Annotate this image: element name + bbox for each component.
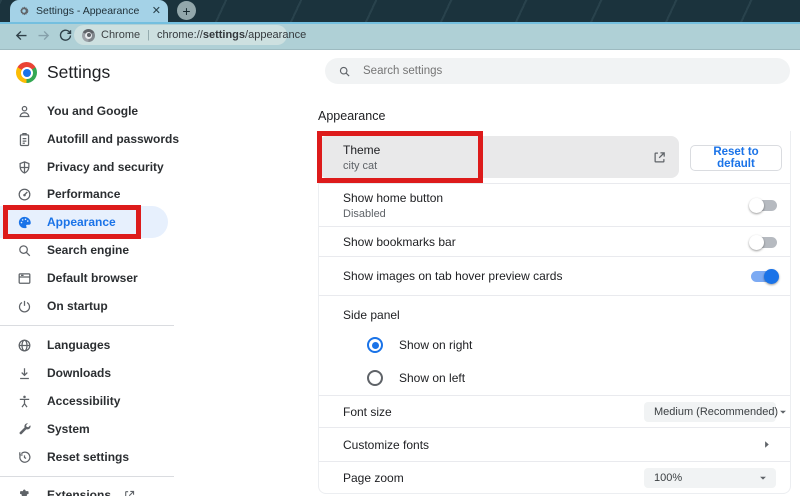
sidebar-item-you-and-google[interactable]: You and Google <box>0 97 300 125</box>
dropdown-caret-icon <box>778 407 788 417</box>
toggle-knob <box>749 198 764 213</box>
theme-row: Theme city cat Reset to default <box>319 131 790 184</box>
open-in-new-icon[interactable] <box>652 150 667 165</box>
clipboard-icon <box>17 132 32 147</box>
tab-close-icon[interactable]: ✕ <box>152 5 161 17</box>
show-bookmarks-bar-row: Show bookmarks bar <box>319 227 790 257</box>
page-title: Settings <box>47 62 111 82</box>
download-icon <box>17 366 32 381</box>
accessibility-icon <box>17 394 32 409</box>
address-url: chrome://settings/appearance <box>156 29 307 41</box>
speedometer-icon <box>17 187 32 202</box>
reset-icon <box>17 450 32 465</box>
shield-icon <box>17 160 32 175</box>
back-button[interactable] <box>12 26 30 44</box>
sidebar-item-languages[interactable]: Languages <box>0 331 300 359</box>
reload-button[interactable] <box>56 26 74 44</box>
settings-gear-favicon-icon <box>18 5 30 17</box>
sidebar-divider <box>0 325 174 326</box>
plus-icon: + <box>182 2 191 19</box>
forward-arrow-icon <box>38 30 49 40</box>
browser-window-icon <box>17 271 32 286</box>
radio-selected-icon[interactable] <box>367 337 383 353</box>
tab-title: Settings - Appearance <box>36 5 140 17</box>
reset-to-default-button[interactable]: Reset to default <box>690 145 782 171</box>
side-panel-section: Side panel Show on right Show on left <box>319 296 790 396</box>
sidebar-item-appearance[interactable]: Appearance <box>0 208 300 236</box>
puzzle-icon <box>17 488 32 496</box>
settings-search-bar[interactable] <box>325 58 790 84</box>
font-size-dropdown[interactable]: Medium (Recommended) <box>644 402 787 422</box>
page-zoom-row: Page zoom 100% <box>319 462 790 494</box>
theme-title: Theme <box>343 142 381 157</box>
tab-hover-preview-row: Show images on tab hover preview cards <box>319 257 790 296</box>
search-input[interactable] <box>361 64 790 78</box>
page-zoom-dropdown[interactable]: 100% <box>644 468 776 488</box>
sidebar-item-performance[interactable]: Performance <box>0 180 300 208</box>
active-tab[interactable]: Settings - Appearance ✕ <box>10 0 168 22</box>
show-home-button-row: Show home button Disabled <box>319 184 790 227</box>
chevron-right-icon <box>761 439 772 450</box>
external-link-icon <box>123 489 136 496</box>
reload-icon <box>59 29 71 41</box>
sidebar-item-privacy[interactable]: Privacy and security <box>0 153 300 181</box>
wrench-icon <box>17 422 32 437</box>
sidebar-item-search-engine[interactable]: Search engine <box>0 236 300 264</box>
sidebar-divider <box>0 476 174 477</box>
toggle-knob <box>749 235 764 250</box>
address-site-label: Chrome <box>101 29 141 41</box>
address-bar[interactable]: Chrome | chrome://settings/appearance <box>74 25 306 45</box>
sidebar-item-downloads[interactable]: Downloads <box>0 359 300 387</box>
show-home-button-toggle[interactable] <box>749 198 777 213</box>
show-bookmarks-bar-toggle[interactable] <box>749 235 777 250</box>
tab-strip: Settings - Appearance ✕ + <box>0 0 800 22</box>
theme-subtitle: city cat <box>343 159 378 172</box>
palette-icon <box>17 215 32 230</box>
chrome-logo-gray-icon <box>82 28 95 42</box>
sidebar-item-accessibility[interactable]: Accessibility <box>0 387 300 415</box>
power-icon <box>17 299 32 314</box>
person-icon <box>17 104 32 119</box>
sidebar-item-default-browser[interactable]: Default browser <box>0 264 300 292</box>
sidebar-item-extensions[interactable]: Extensions <box>0 481 300 496</box>
sidebar-item-autofill[interactable]: Autofill and passwords <box>0 125 300 153</box>
radio-unselected-icon[interactable] <box>367 370 383 386</box>
back-arrow-icon <box>15 30 26 40</box>
sidebar-item-reset-settings[interactable]: Reset settings <box>0 443 300 471</box>
appearance-settings-card: Theme city cat Reset to default Show hom… <box>318 131 791 494</box>
tab-hover-preview-toggle[interactable] <box>751 269 779 284</box>
globe-icon <box>17 338 32 353</box>
new-tab-button[interactable]: + <box>177 1 196 20</box>
side-panel-title: Side panel <box>343 308 400 322</box>
chrome-logo-icon <box>16 62 37 83</box>
address-separator: | <box>147 29 150 41</box>
sidebar-item-on-startup[interactable]: On startup <box>0 292 300 320</box>
search-icon <box>339 66 350 77</box>
customize-fonts-row[interactable]: Customize fonts <box>319 428 790 462</box>
dropdown-caret-icon <box>758 473 768 483</box>
section-title: Appearance <box>318 109 386 123</box>
browser-window: Settings - Appearance ✕ + Chrome | chrom… <box>0 0 800 496</box>
forward-button[interactable] <box>34 26 52 44</box>
theme-link[interactable]: Theme city cat <box>319 136 679 178</box>
magnifier-icon <box>17 243 32 258</box>
font-size-row: Font size Medium (Recommended) <box>319 396 790 428</box>
sidebar-item-system[interactable]: System <box>0 415 300 443</box>
toggle-knob <box>764 269 779 284</box>
